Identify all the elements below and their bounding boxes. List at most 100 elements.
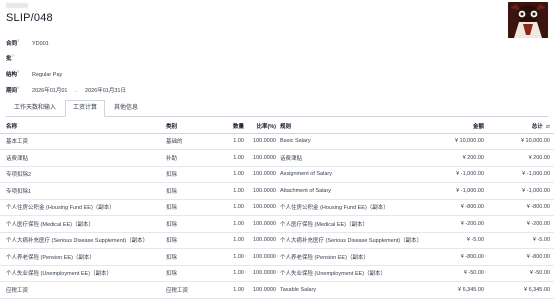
line-total-cell[interactable]: ¥ -800.00 bbox=[486, 248, 554, 266]
line-rate-cell[interactable]: 100.0000 bbox=[246, 182, 278, 200]
contract-value[interactable]: YD001 bbox=[32, 41, 49, 47]
column-header-category[interactable]: 类别 bbox=[164, 119, 230, 134]
line-total-cell[interactable]: ¥ -800.00 bbox=[486, 199, 554, 216]
line-rate-cell[interactable]: 100.0000 bbox=[246, 149, 278, 167]
table-row[interactable]: 个人医疗保险 (Medical EE)（副本） 扣除 1.00 100.0000 个人医… bbox=[0, 215, 554, 233]
line-rule-cell[interactable]: Attachment of Salary bbox=[278, 182, 424, 200]
line-total-cell[interactable]: ¥ -1,000.00 bbox=[486, 182, 554, 200]
structure-value[interactable]: Regular Pay bbox=[32, 72, 62, 78]
line-amount-cell[interactable]: ¥ 10,000.00 bbox=[424, 133, 486, 150]
line-name-cell[interactable]: 个人养老保险 (Pension EE)（副本） bbox=[0, 248, 164, 266]
line-amount-cell[interactable]: ¥ -200.00 bbox=[424, 215, 486, 233]
line-category-cell[interactable]: 基础的 bbox=[164, 133, 230, 150]
table-row[interactable]: 专项扣除2 扣除 1.00 100.0000 Assignment of Salary ¥… bbox=[0, 166, 554, 183]
table-row[interactable]: 应税工资 应税工资 1.00 100.0000 Taxable Salary ¥ 6,34… bbox=[0, 281, 554, 299]
line-rule-cell[interactable]: 个人大病补充医疗 (Serious Disease Supplement)（副本… bbox=[278, 232, 424, 249]
line-name-cell[interactable]: 个人大病补充医疗 (Serious Disease Supplement)（副本… bbox=[0, 232, 164, 249]
line-category-cell[interactable]: 扣除 bbox=[164, 232, 230, 249]
line-rule-cell[interactable]: Taxable Salary bbox=[278, 281, 424, 299]
line-category-cell[interactable]: 扣除 bbox=[164, 265, 230, 282]
help-icon[interactable]: ? bbox=[17, 38, 19, 43]
line-name-cell[interactable]: 个人住房公积金 (Housing Fund EE)（副本） bbox=[0, 199, 164, 216]
line-total-cell[interactable]: ¥ 200.00 bbox=[486, 149, 554, 167]
line-quantity-cell[interactable]: 1.00 bbox=[230, 199, 246, 216]
table-row[interactable]: 个人失业保险 (Unemployment EE)（副本） 扣除 1.00 100.00… bbox=[0, 265, 554, 282]
line-total-cell[interactable]: ¥ -1,000.00 bbox=[486, 166, 554, 183]
table-row[interactable]: 基本工资 基础的 1.00 100.0000 Basic Salary ¥ 10,000.… bbox=[0, 133, 554, 150]
line-total-cell[interactable]: ¥ 6,345.00 bbox=[486, 281, 554, 299]
line-rule-cell[interactable]: Assignment of Salary bbox=[278, 166, 424, 183]
column-header-total[interactable]: 总计 ⇄ bbox=[486, 119, 554, 134]
line-rate-cell[interactable]: 100.0000 bbox=[246, 166, 278, 183]
line-name-cell[interactable]: 个人医疗保险 (Medical EE)（副本） bbox=[0, 215, 164, 233]
line-rule-cell[interactable]: 个人住房公积金 (Housing Fund EE)（副本） bbox=[278, 199, 424, 216]
line-rate-cell[interactable]: 100.0000 bbox=[246, 248, 278, 266]
line-rate-cell[interactable]: 100.0000 bbox=[246, 232, 278, 249]
line-category-cell[interactable]: 扣除 bbox=[164, 182, 230, 200]
line-amount-cell[interactable]: ¥ -50.00 bbox=[424, 265, 486, 282]
line-category-cell[interactable]: 应税工资 bbox=[164, 281, 230, 299]
column-header-name[interactable]: 名称 bbox=[0, 119, 164, 134]
period-to[interactable]: 2026年01月31日 bbox=[85, 86, 126, 94]
column-header-rate[interactable]: 比率(%) bbox=[246, 119, 278, 134]
line-quantity-cell[interactable]: 1.00 bbox=[230, 232, 246, 249]
help-icon[interactable]: ? bbox=[12, 53, 14, 58]
line-quantity-cell[interactable]: 1.00 bbox=[230, 182, 246, 200]
line-name-cell[interactable]: 基本工资 bbox=[0, 133, 164, 150]
column-header-quantity[interactable]: 数量 bbox=[230, 119, 246, 134]
line-total-cell[interactable]: ¥ -200.00 bbox=[486, 215, 554, 233]
line-quantity-cell[interactable]: 1.00 bbox=[230, 149, 246, 167]
line-name-cell[interactable]: 专项扣除2 bbox=[0, 166, 164, 183]
table-row[interactable]: 专项扣除1 扣除 1.00 100.0000 Attachment of Salary ¥… bbox=[0, 182, 554, 200]
column-header-amount[interactable]: 金额 bbox=[424, 119, 486, 134]
help-icon[interactable]: ? bbox=[17, 85, 19, 90]
line-quantity-cell[interactable]: 1.00 bbox=[230, 248, 246, 266]
line-rate-cell[interactable]: 100.0000 bbox=[246, 281, 278, 299]
line-total-cell[interactable]: ¥ -50.00 bbox=[486, 265, 554, 282]
line-total-cell[interactable]: ¥ 10,000.00 bbox=[486, 133, 554, 150]
line-name-cell[interactable]: 话费津贴 bbox=[0, 149, 164, 167]
table-row[interactable]: 个人养老保险 (Pension EE)（副本） 扣除 1.00 100.0000 个人养… bbox=[0, 248, 554, 266]
line-category-cell[interactable]: 补助 bbox=[164, 149, 230, 167]
table-row[interactable]: 个人住房公积金 (Housing Fund EE)（副本） 扣除 1.00 100.0… bbox=[0, 199, 554, 216]
line-quantity-cell[interactable]: 1.00 bbox=[230, 281, 246, 299]
line-name-cell[interactable]: 专项扣除1 bbox=[0, 182, 164, 200]
employee-avatar[interactable] bbox=[508, 2, 548, 38]
line-amount-cell[interactable]: ¥ 200.00 bbox=[424, 149, 486, 167]
tab-worked-days-inputs[interactable]: 工作天数和输入 bbox=[6, 100, 64, 116]
line-amount-cell[interactable]: ¥ -800.00 bbox=[424, 199, 486, 216]
line-name-cell[interactable]: 应税工资 bbox=[0, 281, 164, 299]
tab-salary-computation[interactable]: 工资计算 bbox=[65, 100, 106, 117]
line-rule-cell[interactable]: Basic Salary bbox=[278, 133, 424, 150]
line-quantity-cell[interactable]: 1.00 bbox=[230, 215, 246, 233]
line-rule-cell[interactable]: 个人失业保险 (Unemployment EE)（副本） bbox=[278, 265, 424, 282]
period-from[interactable]: 2026年01月01 bbox=[32, 86, 67, 94]
line-amount-cell[interactable]: ¥ -1,000.00 bbox=[424, 166, 486, 183]
tab-other-info[interactable]: 其他信息 bbox=[106, 100, 146, 116]
line-rate-cell[interactable]: 100.0000 bbox=[246, 199, 278, 216]
line-rate-cell[interactable]: 100.0000 bbox=[246, 265, 278, 282]
line-rate-cell[interactable]: 100.0000 bbox=[246, 133, 278, 150]
line-category-cell[interactable]: 扣除 bbox=[164, 199, 230, 216]
table-row[interactable]: 个人大病补充医疗 (Serious Disease Supplement)（副本… bbox=[0, 232, 554, 249]
line-category-cell[interactable]: 扣除 bbox=[164, 166, 230, 183]
help-icon[interactable]: ? bbox=[17, 69, 19, 74]
line-quantity-cell[interactable]: 1.00 bbox=[230, 265, 246, 282]
line-quantity-cell[interactable]: 1.00 bbox=[230, 133, 246, 150]
line-total-cell[interactable]: ¥ -5.00 bbox=[486, 232, 554, 249]
line-quantity-cell[interactable]: 1.00 bbox=[230, 166, 246, 183]
line-rule-cell[interactable]: 个人养老保险 (Pension EE)（副本） bbox=[278, 248, 424, 266]
line-amount-cell[interactable]: ¥ -5.00 bbox=[424, 232, 486, 249]
line-amount-cell[interactable]: ¥ -1,000.00 bbox=[424, 182, 486, 200]
line-name-cell[interactable]: 个人失业保险 (Unemployment EE)（副本） bbox=[0, 265, 164, 282]
line-rate-cell[interactable]: 100.0000 bbox=[246, 215, 278, 233]
line-category-cell[interactable]: 扣除 bbox=[164, 248, 230, 266]
line-rule-cell[interactable]: 个人医疗保险 (Medical EE)（副本） bbox=[278, 215, 424, 233]
column-header-rule[interactable]: 规则 bbox=[278, 119, 424, 134]
table-row[interactable]: 话费津贴 补助 1.00 100.0000 话费津贴 ¥ 200.00 ¥ 200.00 bbox=[0, 149, 554, 167]
line-category-cell[interactable]: 扣除 bbox=[164, 215, 230, 233]
line-amount-cell[interactable]: ¥ -800.00 bbox=[424, 248, 486, 266]
line-rule-cell[interactable]: 话费津贴 bbox=[278, 149, 424, 167]
line-amount-cell[interactable]: ¥ 6,345.00 bbox=[424, 281, 486, 299]
column-settings-icon[interactable]: ⇄ bbox=[546, 124, 550, 130]
